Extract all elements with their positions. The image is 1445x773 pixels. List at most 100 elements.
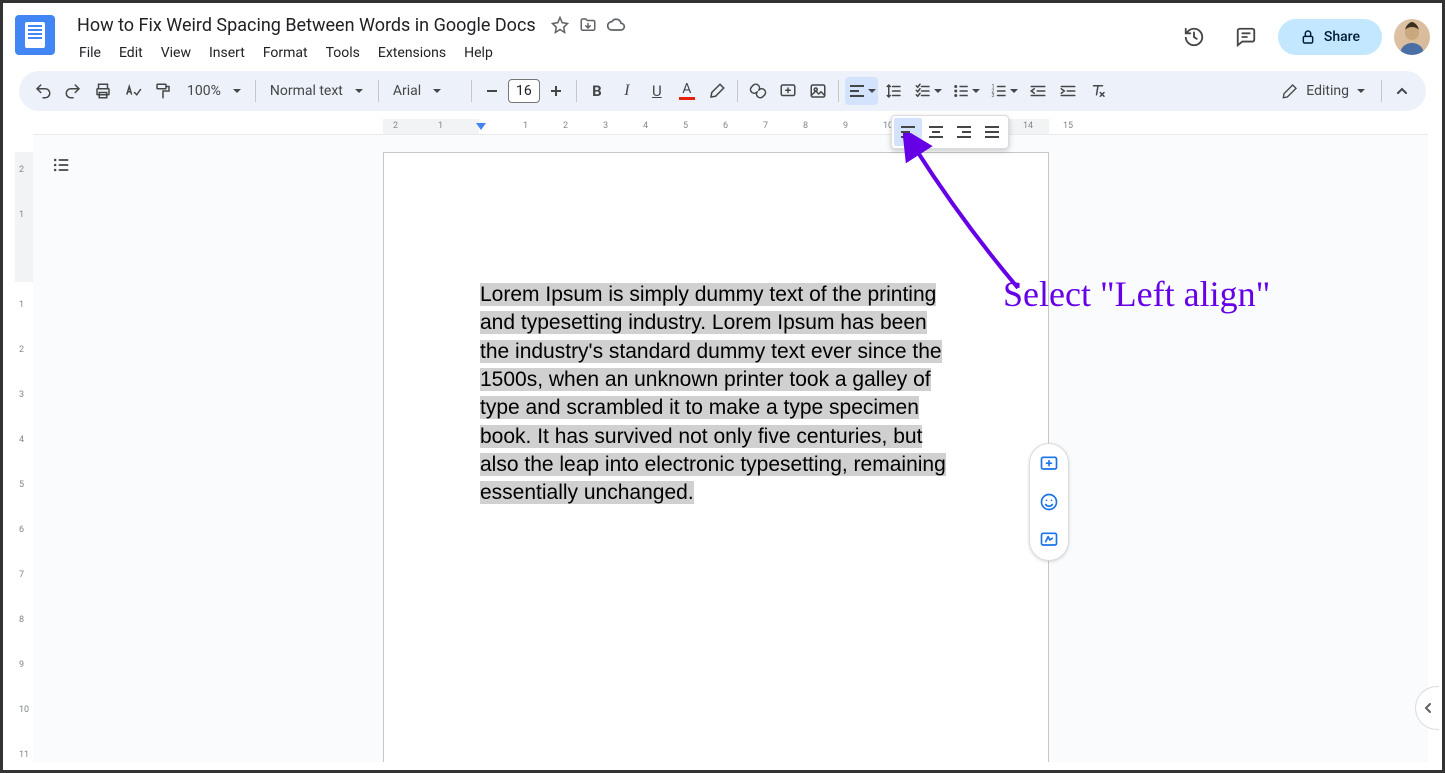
chevron-down-icon xyxy=(433,89,441,93)
numbered-list-button[interactable]: 123 xyxy=(986,77,1022,105)
chevron-down-icon xyxy=(355,89,363,93)
menu-help[interactable]: Help xyxy=(456,41,501,65)
ruler-tick: 2 xyxy=(393,121,398,131)
ruler-tick: 2 xyxy=(19,165,24,175)
align-popover xyxy=(891,115,1009,149)
ruler-tick: 7 xyxy=(19,570,24,580)
add-emoji-reaction-button[interactable] xyxy=(1037,490,1061,514)
insert-image-button[interactable] xyxy=(804,77,832,105)
ruler-tick: 3 xyxy=(19,390,24,400)
docs-logo-icon[interactable] xyxy=(15,15,55,55)
zoom-select[interactable]: 100% xyxy=(179,77,249,105)
document-text-selected[interactable]: Lorem Ipsum is simply dummy text of the … xyxy=(480,281,952,508)
horizontal-ruler[interactable]: 2 1 1 2 3 4 5 6 7 8 9 10 14 15 xyxy=(33,119,1428,135)
star-icon[interactable] xyxy=(550,15,570,35)
menu-insert[interactable]: Insert xyxy=(201,41,253,65)
ruler-tick: 1 xyxy=(523,121,528,131)
comments-icon[interactable] xyxy=(1226,17,1266,57)
history-icon[interactable] xyxy=(1174,17,1214,57)
title-area: How to Fix Weird Spacing Between Words i… xyxy=(71,11,1174,65)
paragraph-style-select[interactable]: Normal text xyxy=(262,77,372,105)
align-justify-option[interactable] xyxy=(978,118,1006,146)
menu-edit[interactable]: Edit xyxy=(111,41,151,65)
document-page[interactable]: Lorem Ipsum is simply dummy text of the … xyxy=(383,152,1049,762)
highlight-button[interactable] xyxy=(703,77,731,105)
menu-view[interactable]: View xyxy=(153,41,199,65)
show-outline-button[interactable] xyxy=(45,149,77,181)
menu-format[interactable]: Format xyxy=(255,41,316,65)
font-size-input[interactable]: 16 xyxy=(508,79,540,103)
share-label: Share xyxy=(1324,29,1360,45)
clear-formatting-button[interactable] xyxy=(1084,77,1112,105)
menu-tools[interactable]: Tools xyxy=(318,41,368,65)
ruler-tick: 1 xyxy=(19,300,24,310)
document-title[interactable]: How to Fix Weird Spacing Between Words i… xyxy=(71,13,542,38)
chevron-down-icon xyxy=(934,89,942,93)
ruler-tick: 9 xyxy=(843,121,848,131)
decrease-indent-button[interactable] xyxy=(1024,77,1052,105)
decrease-font-button[interactable] xyxy=(478,77,506,105)
suggest-edits-button[interactable] xyxy=(1037,528,1061,552)
align-center-option[interactable] xyxy=(922,118,950,146)
ruler-tick: 2 xyxy=(19,345,24,355)
menu-extensions[interactable]: Extensions xyxy=(370,41,454,65)
menu-file[interactable]: File xyxy=(71,41,109,65)
separator xyxy=(471,80,472,102)
undo-button[interactable] xyxy=(29,77,57,105)
paint-format-button[interactable] xyxy=(149,77,177,105)
first-line-indent-marker[interactable] xyxy=(475,122,485,132)
checklist-button[interactable] xyxy=(910,77,946,105)
chevron-down-icon xyxy=(233,89,241,93)
print-button[interactable] xyxy=(89,77,117,105)
chevron-down-icon xyxy=(868,89,876,93)
ruler-tick: 6 xyxy=(19,525,24,535)
cloud-saved-icon[interactable] xyxy=(606,15,626,35)
side-comment-toolbar xyxy=(1029,443,1069,561)
ruler-tick: 7 xyxy=(763,121,768,131)
ruler-tick: 2 xyxy=(563,121,568,131)
italic-button[interactable]: I xyxy=(613,77,641,105)
ruler-tick: 1 xyxy=(438,121,443,131)
share-button[interactable]: Share xyxy=(1278,19,1382,55)
separator xyxy=(1381,80,1382,102)
spellcheck-button[interactable] xyxy=(119,77,147,105)
add-comment-side-button[interactable] xyxy=(1037,452,1061,476)
ruler-tick: 10 xyxy=(19,705,29,715)
increase-font-button[interactable] xyxy=(542,77,570,105)
redo-button[interactable] xyxy=(59,77,87,105)
text-color-button[interactable]: A xyxy=(673,77,701,105)
ruler-tick: 4 xyxy=(19,435,24,445)
separator xyxy=(737,80,738,102)
ruler-tick: 3 xyxy=(603,121,608,131)
insert-link-button[interactable] xyxy=(744,77,772,105)
separator xyxy=(838,80,839,102)
move-icon[interactable] xyxy=(578,15,598,35)
pencil-icon xyxy=(1282,83,1298,99)
menu-bar: File Edit View Insert Format Tools Exten… xyxy=(71,41,1174,65)
title-row: How to Fix Weird Spacing Between Words i… xyxy=(71,11,1174,39)
ruler-tick: 6 xyxy=(723,121,728,131)
align-left-option[interactable] xyxy=(894,118,922,146)
ruler-tick: 4 xyxy=(643,121,648,131)
ruler-tick: 8 xyxy=(803,121,808,131)
editing-mode-button[interactable]: Editing xyxy=(1272,83,1375,99)
bold-button[interactable]: B xyxy=(583,77,611,105)
underline-button[interactable]: U xyxy=(643,77,671,105)
ruler-tick: 8 xyxy=(19,615,24,625)
avatar[interactable] xyxy=(1394,19,1430,55)
ruler-tick: 15 xyxy=(1063,121,1073,131)
svg-text:3: 3 xyxy=(991,93,994,99)
ruler-tick: 1 xyxy=(19,210,24,220)
line-spacing-button[interactable] xyxy=(880,77,908,105)
font-select[interactable]: Arial xyxy=(385,77,465,105)
align-right-option[interactable] xyxy=(950,118,978,146)
vertical-ruler[interactable]: 2 1 1 2 3 4 5 6 7 8 9 10 11 xyxy=(15,135,33,762)
add-comment-button[interactable] xyxy=(774,77,802,105)
align-button[interactable] xyxy=(845,77,878,105)
separator xyxy=(255,80,256,102)
increase-indent-button[interactable] xyxy=(1054,77,1082,105)
ruler-tick: 14 xyxy=(1023,121,1033,131)
collapse-toolbar-button[interactable] xyxy=(1388,77,1416,105)
workspace: Lorem Ipsum is simply dummy text of the … xyxy=(33,135,1428,762)
bulleted-list-button[interactable] xyxy=(948,77,984,105)
